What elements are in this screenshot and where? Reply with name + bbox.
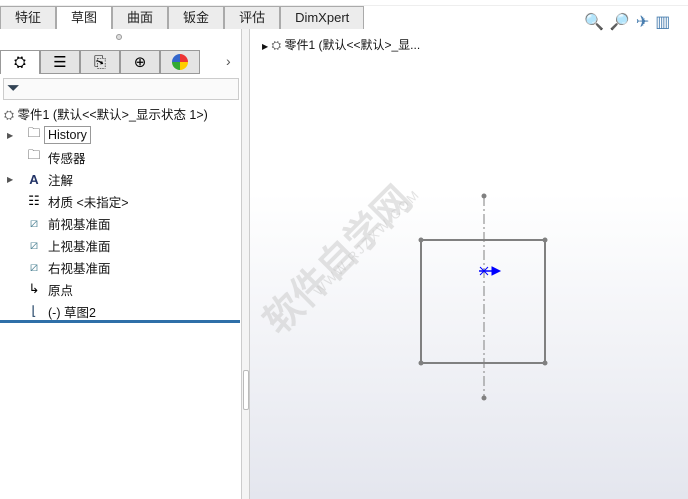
centerline-endpoint[interactable]: [481, 193, 487, 199]
rectangle-corner[interactable]: [542, 237, 548, 243]
sketch-canvas: [418, 193, 548, 401]
sketch-origin-icon: [479, 266, 502, 276]
sketch-rectangle[interactable]: [420, 239, 546, 364]
rectangle-corner[interactable]: [418, 360, 424, 366]
rectangle-corner[interactable]: [542, 360, 548, 366]
centerline-endpoint[interactable]: [481, 395, 487, 401]
rectangle-corner[interactable]: [418, 237, 424, 243]
